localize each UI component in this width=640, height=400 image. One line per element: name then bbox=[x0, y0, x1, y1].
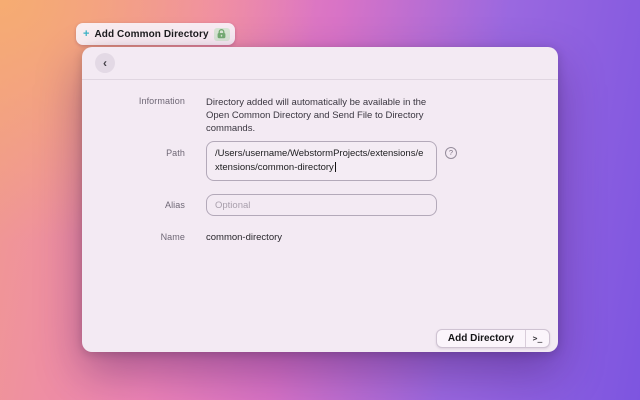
footer-button-group: Add Directory >_ bbox=[436, 329, 550, 348]
command-pill-label: Add Common Directory bbox=[94, 29, 208, 40]
window-titlebar: ‹ bbox=[82, 47, 558, 80]
text-caret bbox=[335, 162, 336, 172]
command-pill[interactable]: + Add Common Directory bbox=[76, 23, 235, 45]
information-row: Information Directory added will automat… bbox=[82, 96, 558, 135]
chevron-left-icon: ‹ bbox=[103, 57, 107, 69]
path-input[interactable]: /Users/username/WebstormProjects/extensi… bbox=[206, 141, 437, 181]
name-label: Name bbox=[82, 232, 185, 243]
information-label: Information bbox=[82, 96, 185, 135]
terminal-icon[interactable]: >_ bbox=[526, 330, 549, 347]
plus-icon: + bbox=[83, 29, 89, 40]
name-value: common-directory bbox=[206, 232, 437, 243]
help-icon[interactable]: ? bbox=[445, 147, 457, 159]
lock-icon bbox=[214, 28, 230, 41]
add-directory-button[interactable]: Add Directory bbox=[437, 330, 525, 347]
path-value: /Users/username/WebstormProjects/extensi… bbox=[215, 148, 423, 173]
name-row: Name common-directory bbox=[82, 232, 558, 243]
path-label: Path bbox=[82, 141, 185, 181]
alias-input[interactable] bbox=[206, 194, 437, 216]
information-text: Directory added will automatically be av… bbox=[206, 96, 437, 135]
add-directory-window: ‹ Information Directory added will autom… bbox=[82, 47, 558, 352]
alias-row: Alias bbox=[82, 194, 558, 216]
path-row: Path /Users/username/WebstormProjects/ex… bbox=[82, 141, 558, 181]
alias-label: Alias bbox=[82, 194, 185, 216]
back-button[interactable]: ‹ bbox=[95, 53, 115, 73]
